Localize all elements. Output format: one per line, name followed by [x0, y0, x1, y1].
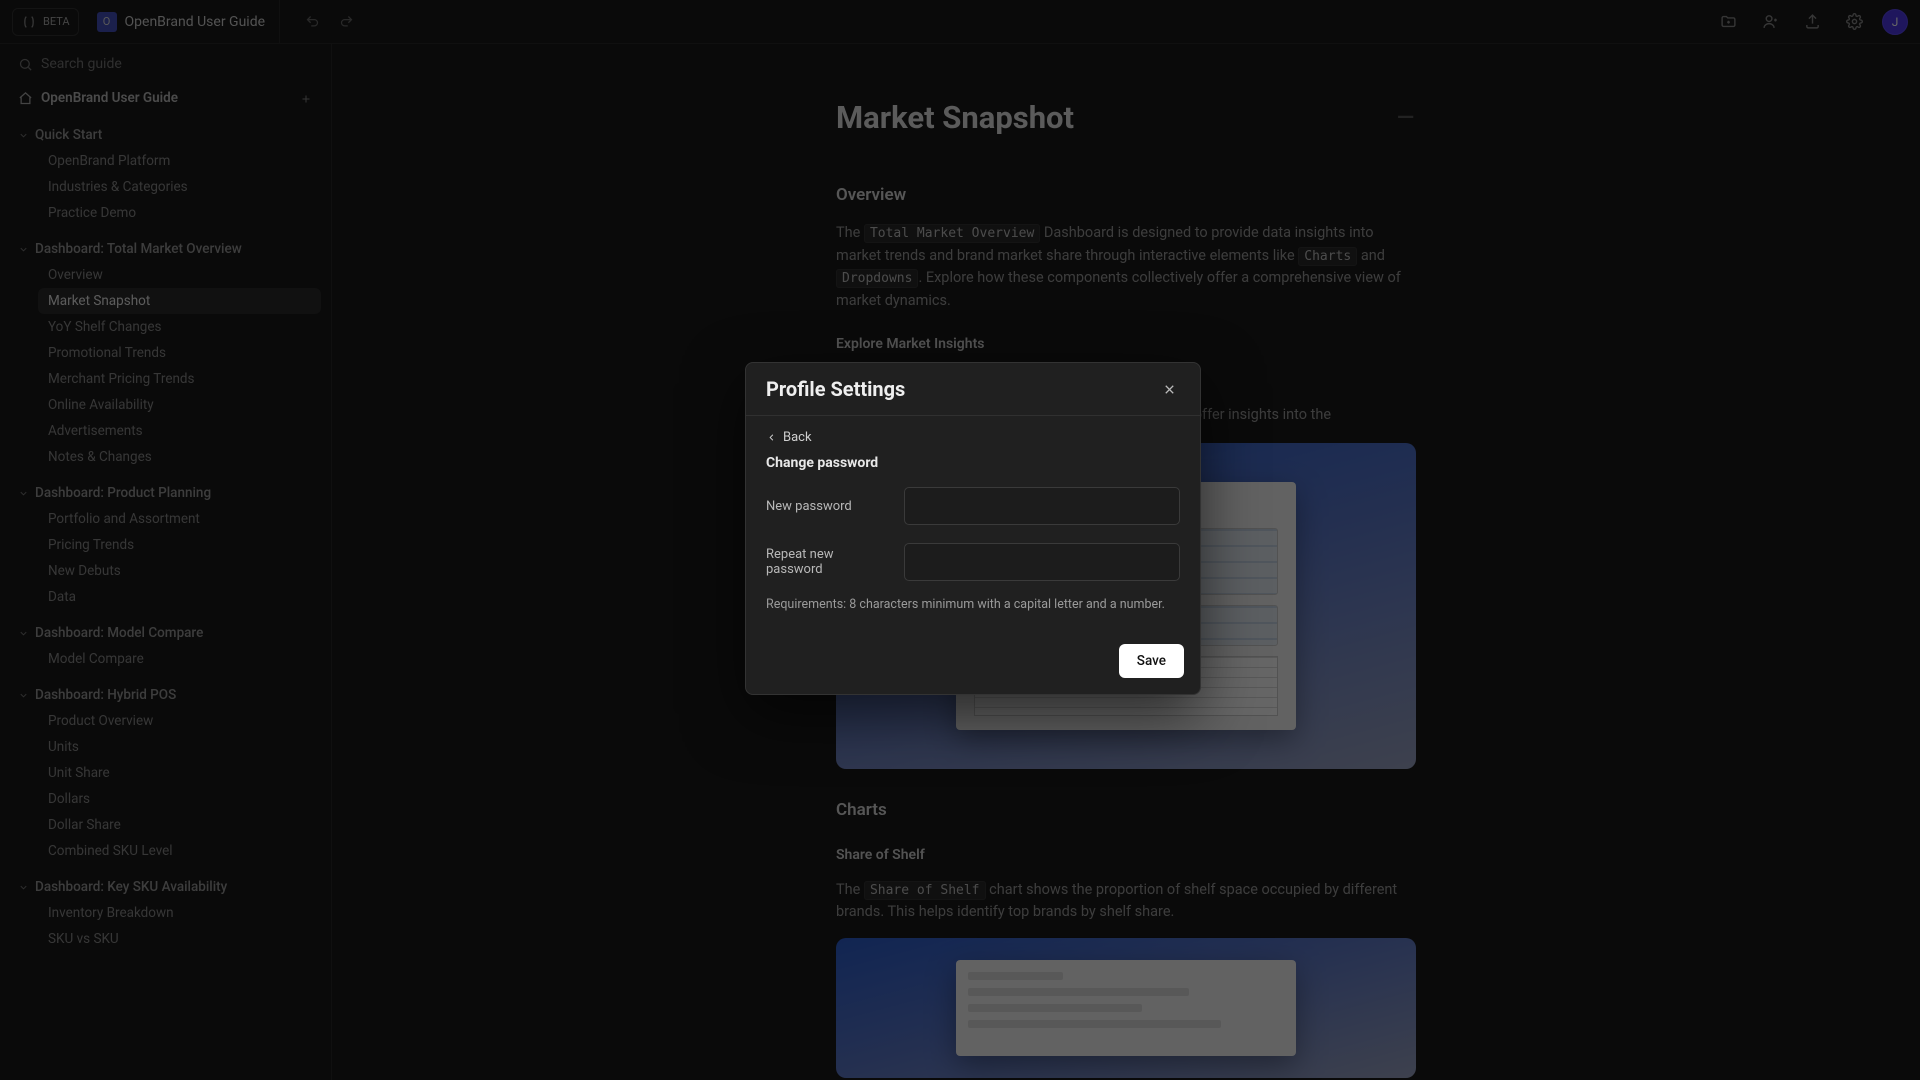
modal-header: Profile Settings — [746, 363, 1200, 416]
password-requirements: Requirements: 8 characters minimum with … — [766, 597, 1180, 612]
change-password-title: Change password — [766, 455, 1180, 471]
close-icon — [1162, 382, 1177, 397]
profile-settings-modal: Profile Settings Back Change password Ne… — [745, 362, 1201, 695]
repeat-password-label: Repeat new password — [766, 547, 890, 577]
new-password-input[interactable] — [904, 487, 1180, 525]
repeat-password-row: Repeat new password — [766, 543, 1180, 581]
new-password-row: New password — [766, 487, 1180, 525]
save-button[interactable]: Save — [1119, 644, 1184, 678]
back-button[interactable]: Back — [766, 430, 1180, 445]
repeat-password-input[interactable] — [904, 543, 1180, 581]
new-password-label: New password — [766, 499, 890, 514]
modal-title: Profile Settings — [766, 377, 905, 401]
modal-overlay[interactable]: Profile Settings Back Change password Ne… — [0, 0, 1920, 1080]
close-button[interactable] — [1158, 378, 1180, 400]
chevron-left-icon — [766, 432, 777, 443]
